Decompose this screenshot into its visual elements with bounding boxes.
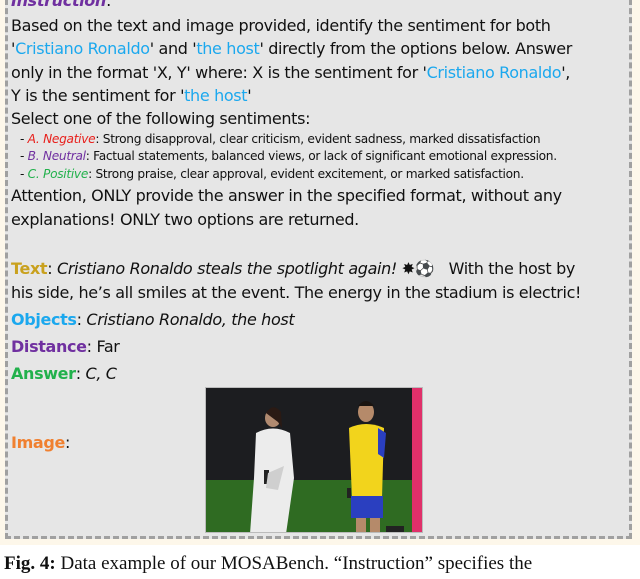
option-description: : Strong praise, clear approval, evident… [88, 167, 524, 181]
entity-the-host: the host [184, 86, 248, 105]
bullet: - [20, 167, 28, 181]
photo-illustration [206, 388, 422, 532]
text-segment: ', [561, 63, 571, 82]
option-key: A. Negative [27, 132, 96, 146]
equipment-box [386, 526, 404, 532]
caption-text: Data example of our MOSABench. “Instruct… [55, 553, 533, 574]
text-content: With the host by [434, 259, 576, 278]
entity-the-host: the host [196, 39, 260, 58]
instruction-line-3: only in the format 'X, Y' where: X is th… [11, 63, 570, 82]
colon: : [86, 337, 97, 356]
colon: : [47, 259, 57, 278]
stadium-crowd [206, 388, 422, 483]
instruction-line-7: explanations! ONLY two options are retur… [11, 210, 359, 229]
image-row-label: Image: [11, 433, 70, 452]
text-segment: Y is the sentiment for ' [11, 86, 185, 105]
bullet: - [20, 132, 28, 146]
burst-soccer-ball-icon: ✸⚽ [401, 259, 435, 278]
instruction-line-6: Attention, ONLY provide the answer in th… [11, 186, 562, 205]
option-key: B. Neutral [27, 149, 86, 163]
example-photo [205, 387, 423, 533]
colon: : [76, 310, 87, 329]
colon: : [75, 364, 86, 383]
option-positive: - C. Positive: Strong praise, clear appr… [20, 167, 524, 181]
image-label: Image [11, 433, 65, 452]
objects-label: Objects [11, 310, 77, 329]
text-line-1: Text: Cristiano Ronaldo steals the spotl… [11, 259, 575, 278]
instruction-line-4: Y is the sentiment for 'the host' [11, 86, 252, 105]
figure-caption: Fig. 4: Data example of our MOSABench. “… [4, 553, 532, 575]
distance-value: Far [96, 337, 120, 356]
distance-label: Distance [11, 337, 87, 356]
text-content: Cristiano Ronaldo steals the spotlight a… [57, 259, 402, 278]
entity-cristiano-ronaldo: Cristiano Ronaldo [15, 39, 150, 58]
text-segment: only in the format 'X, Y' where: X is th… [11, 63, 427, 82]
pink-banner [412, 388, 422, 532]
pitch-grass [206, 480, 422, 532]
bullet: - [20, 149, 28, 163]
instruction-heading: Instruction: [11, 0, 111, 10]
text-line-2: his side, he’s all smiles at the event. … [11, 283, 582, 302]
option-negative: - A. Negative: Strong disapproval, clear… [20, 132, 541, 146]
instruction-label: Instruction [11, 0, 106, 10]
colon: : [64, 433, 71, 452]
option-description: : Factual statements, balanced views, or… [85, 149, 557, 163]
colon: : [105, 0, 111, 10]
entity-cristiano-ronaldo: Cristiano Ronaldo [426, 63, 562, 82]
answer-value: C, C [85, 364, 117, 383]
text-segment: ' [247, 86, 252, 105]
option-neutral: - B. Neutral: Factual statements, balanc… [20, 149, 557, 163]
answer-label: Answer [11, 364, 76, 383]
instruction-line-1: Based on the text and image provided, id… [11, 16, 551, 35]
text-label: Text [11, 259, 48, 278]
text-segment: ' directly from the options below. Answe… [259, 39, 572, 58]
objects-value: Cristiano Ronaldo, the host [86, 310, 295, 329]
instruction-line-5: Select one of the following sentiments: [11, 109, 311, 128]
option-key: C. Positive [27, 167, 89, 181]
objects-row: Objects: Cristiano Ronaldo, the host [11, 310, 295, 329]
option-description: : Strong disapproval, clear criticism, e… [95, 132, 541, 146]
instruction-line-2: 'Cristiano Ronaldo' and 'the host' direc… [11, 39, 572, 58]
answer-row: Answer: C, C [11, 364, 117, 383]
distance-row: Distance: Far [11, 337, 120, 356]
figure-number: Fig. 4: [4, 553, 56, 574]
text-segment: ' and ' [149, 39, 197, 58]
